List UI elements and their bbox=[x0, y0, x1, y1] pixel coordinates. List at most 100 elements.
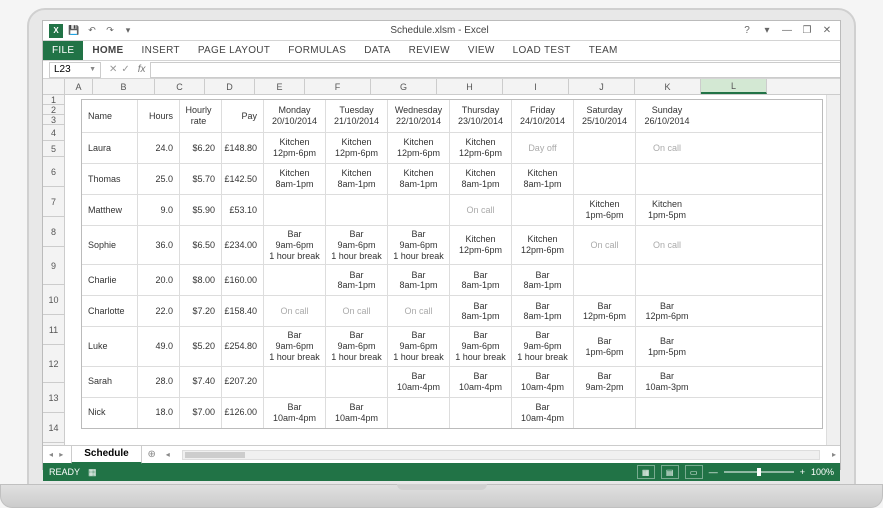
cell-day-1[interactable]: Bar10am-4pm bbox=[326, 398, 388, 428]
cell-pay[interactable]: £158.40 bbox=[222, 296, 264, 326]
cell-name[interactable]: Laura bbox=[82, 133, 138, 163]
cell-pay[interactable]: £234.00 bbox=[222, 226, 264, 264]
cell-day-3[interactable]: Bar8am-1pm bbox=[450, 265, 512, 295]
sheet-nav-buttons[interactable]: ◂ ▸ bbox=[43, 450, 71, 459]
cell-hours[interactable]: 49.0 bbox=[138, 327, 180, 365]
cell-day-5[interactable] bbox=[574, 164, 636, 194]
cells-area[interactable]: NameHoursHourly ratePayMonday20/10/2014T… bbox=[65, 95, 826, 445]
fx-icon[interactable]: fx bbox=[134, 64, 150, 75]
tab-data[interactable]: DATA bbox=[355, 41, 399, 60]
cell-day-3[interactable]: Bar8am-1pm bbox=[450, 296, 512, 326]
cell-rate[interactable]: $7.00 bbox=[180, 398, 222, 428]
minimize-button[interactable]: — bbox=[778, 24, 796, 38]
cell-hours[interactable]: 18.0 bbox=[138, 398, 180, 428]
cell-rate[interactable]: $7.40 bbox=[180, 367, 222, 397]
cell-day-6[interactable]: Bar10am-3pm bbox=[636, 367, 698, 397]
cell-day-5[interactable]: Bar1pm-6pm bbox=[574, 327, 636, 365]
qat-more-button[interactable]: ▾ bbox=[121, 24, 135, 38]
cell-name[interactable]: Sophie bbox=[82, 226, 138, 264]
macro-record-icon[interactable]: ▦ bbox=[88, 467, 97, 478]
save-button[interactable]: 💾 bbox=[67, 24, 81, 38]
cell-day-2[interactable]: On call bbox=[388, 296, 450, 326]
row-header-7[interactable]: 7 bbox=[43, 187, 64, 217]
column-header-c[interactable]: C bbox=[155, 79, 205, 94]
header-hours[interactable]: Hours bbox=[138, 100, 180, 132]
cell-hours[interactable]: 25.0 bbox=[138, 164, 180, 194]
cell-day-2[interactable] bbox=[388, 398, 450, 428]
cell-hours[interactable]: 9.0 bbox=[138, 195, 180, 225]
cell-day-1[interactable] bbox=[326, 367, 388, 397]
header-day-0[interactable]: Monday20/10/2014 bbox=[264, 100, 326, 132]
cell-hours[interactable]: 28.0 bbox=[138, 367, 180, 397]
cell-hours[interactable]: 22.0 bbox=[138, 296, 180, 326]
cell-day-6[interactable]: On call bbox=[636, 133, 698, 163]
cell-hours[interactable]: 20.0 bbox=[138, 265, 180, 295]
cell-day-6[interactable] bbox=[636, 265, 698, 295]
cell-day-4[interactable]: Bar8am-1pm bbox=[512, 265, 574, 295]
cell-pay[interactable]: £142.50 bbox=[222, 164, 264, 194]
cell-hours[interactable]: 36.0 bbox=[138, 226, 180, 264]
ribbon-options-button[interactable]: ▾ bbox=[758, 24, 776, 38]
row-header-10[interactable]: 10 bbox=[43, 285, 64, 315]
cell-day-0[interactable] bbox=[264, 265, 326, 295]
cell-day-0[interactable] bbox=[264, 195, 326, 225]
tab-insert[interactable]: INSERT bbox=[133, 41, 189, 60]
column-header-i[interactable]: I bbox=[503, 79, 569, 94]
redo-button[interactable]: ↷ bbox=[103, 24, 117, 38]
sheet-tab-schedule[interactable]: Schedule bbox=[71, 446, 141, 464]
row-header-12[interactable]: 12 bbox=[43, 345, 64, 383]
add-sheet-button[interactable]: ⊕ bbox=[142, 449, 162, 460]
column-header-k[interactable]: K bbox=[635, 79, 701, 94]
tab-formulas[interactable]: FORMULAS bbox=[279, 41, 355, 60]
row-header-9[interactable]: 9 bbox=[43, 247, 64, 285]
header-day-6[interactable]: Sunday26/10/2014 bbox=[636, 100, 698, 132]
column-header-a[interactable]: A bbox=[65, 79, 93, 94]
tab-load-test[interactable]: LOAD TEST bbox=[504, 41, 580, 60]
cell-day-3[interactable]: Kitchen12pm-6pm bbox=[450, 133, 512, 163]
cell-day-2[interactable]: Bar8am-1pm bbox=[388, 265, 450, 295]
cell-name[interactable]: Matthew bbox=[82, 195, 138, 225]
cell-day-2[interactable]: Bar10am-4pm bbox=[388, 367, 450, 397]
cell-day-2[interactable]: Bar9am-6pm1 hour break bbox=[388, 226, 450, 264]
column-header-b[interactable]: B bbox=[93, 79, 155, 94]
cell-day-3[interactable]: Kitchen8am-1pm bbox=[450, 164, 512, 194]
header-name[interactable]: Name bbox=[82, 100, 138, 132]
cell-day-1[interactable]: Bar9am-6pm1 hour break bbox=[326, 226, 388, 264]
cell-day-5[interactable] bbox=[574, 265, 636, 295]
cell-pay[interactable]: £207.20 bbox=[222, 367, 264, 397]
cell-rate[interactable]: $5.20 bbox=[180, 327, 222, 365]
header-day-3[interactable]: Thursday23/10/2014 bbox=[450, 100, 512, 132]
row-header-4[interactable]: 4 bbox=[43, 125, 64, 141]
hscroll-right-button[interactable]: ▸ bbox=[828, 450, 840, 459]
header-rate[interactable]: Hourly rate bbox=[180, 100, 222, 132]
header-day-1[interactable]: Tuesday21/10/2014 bbox=[326, 100, 388, 132]
cell-day-4[interactable] bbox=[512, 195, 574, 225]
cell-rate[interactable]: $8.00 bbox=[180, 265, 222, 295]
row-header-5[interactable]: 5 bbox=[43, 141, 64, 157]
cell-name[interactable]: Thomas bbox=[82, 164, 138, 194]
cell-day-5[interactable]: On call bbox=[574, 226, 636, 264]
cell-pay[interactable]: £53.10 bbox=[222, 195, 264, 225]
column-header-j[interactable]: J bbox=[569, 79, 635, 94]
cell-rate[interactable]: $7.20 bbox=[180, 296, 222, 326]
row-header-6[interactable]: 6 bbox=[43, 157, 64, 187]
column-header-d[interactable]: D bbox=[205, 79, 255, 94]
cell-day-6[interactable]: Bar12pm-6pm bbox=[636, 296, 698, 326]
zoom-level[interactable]: 100% bbox=[811, 467, 834, 477]
header-day-5[interactable]: Saturday25/10/2014 bbox=[574, 100, 636, 132]
chevron-down-icon[interactable]: ▼ bbox=[89, 66, 96, 73]
maximize-button[interactable]: ❐ bbox=[798, 24, 816, 38]
cell-day-0[interactable]: Kitchen8am-1pm bbox=[264, 164, 326, 194]
cell-pay[interactable]: £148.80 bbox=[222, 133, 264, 163]
cell-day-2[interactable] bbox=[388, 195, 450, 225]
cell-day-2[interactable]: Kitchen12pm-6pm bbox=[388, 133, 450, 163]
row-header-11[interactable]: 11 bbox=[43, 315, 64, 345]
cell-name[interactable]: Charlotte bbox=[82, 296, 138, 326]
cell-day-1[interactable]: On call bbox=[326, 296, 388, 326]
cell-day-5[interactable]: Kitchen1pm-6pm bbox=[574, 195, 636, 225]
cell-day-1[interactable]: Bar9am-6pm1 hour break bbox=[326, 327, 388, 365]
row-header-3[interactable]: 3 bbox=[43, 115, 64, 125]
cell-day-0[interactable]: Kitchen12pm-6pm bbox=[264, 133, 326, 163]
cell-pay[interactable]: £160.00 bbox=[222, 265, 264, 295]
cell-day-6[interactable] bbox=[636, 398, 698, 428]
